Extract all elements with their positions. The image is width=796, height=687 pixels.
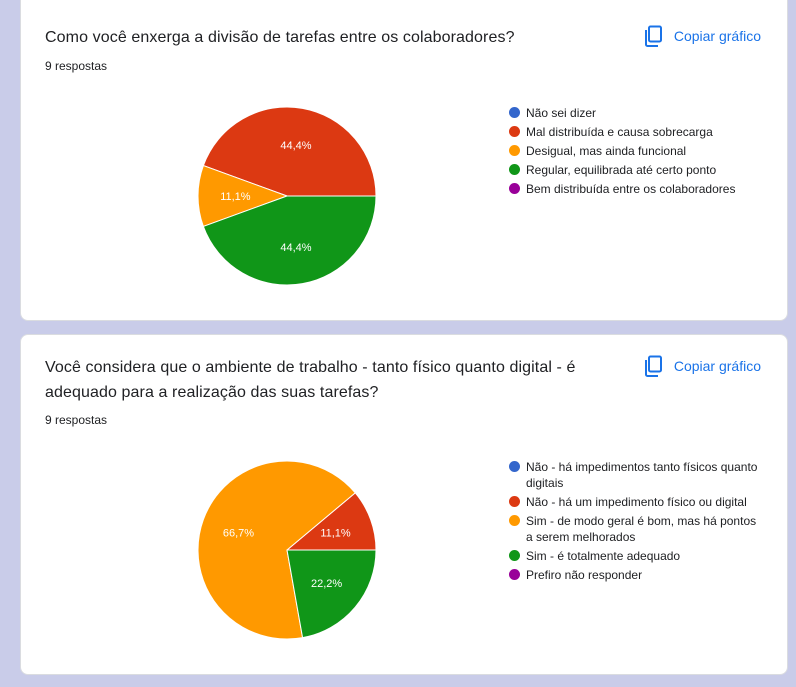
legend-item[interactable]: Mal distribuída e causa sobrecarga — [509, 124, 759, 140]
pie-chart: 11,1% 66,7% 22,2% — [197, 460, 377, 640]
legend-label: Desigual, mas ainda funcional — [526, 144, 687, 158]
pie-chart: 44,4% 11,1% 44,4% — [197, 106, 377, 286]
legend-color-dot — [509, 145, 520, 156]
legend-item[interactable]: Não - há impedimentos tanto físicos quan… — [509, 459, 759, 491]
legend-item[interactable]: Não - há um impedimento físico ou digita… — [509, 494, 759, 510]
legend-label: Mal distribuída e causa sobrecarga — [526, 125, 713, 139]
question-title: Você considera que o ambiente de trabalh… — [45, 359, 576, 401]
legend-color-dot — [509, 126, 520, 137]
copy-chart-label: Copiar gráfico — [673, 28, 761, 44]
slice-percentage-label: 11,1% — [220, 191, 251, 203]
legend-label: Não - há impedimentos tanto físicos quan… — [526, 460, 758, 490]
pie-slice[interactable] — [286, 549, 377, 639]
legend-label: Não - há um impedimento físico ou digita… — [526, 495, 747, 509]
question-title: Como você enxerga a divisão de tarefas e… — [45, 29, 515, 46]
legend-label: Regular, equilibrada até certo ponto — [526, 163, 717, 177]
chart-legend: Não - há impedimentos tanto físicos quan… — [509, 459, 759, 586]
legend-color-dot — [509, 164, 520, 175]
copy-chart-button[interactable]: Copiar gráfico — [644, 25, 761, 47]
slice-percentage-label: 44,4% — [280, 242, 311, 254]
copy-icon — [644, 25, 664, 47]
copy-chart-label: Copiar gráfico — [673, 358, 761, 374]
response-count: 9 respostas — [45, 413, 108, 427]
legend-label: Sim - é totalmente adequado — [526, 549, 681, 563]
slice-percentage-label: 22,2% — [311, 578, 342, 590]
slice-percentage-label: 44,4% — [280, 140, 311, 152]
copy-icon — [644, 355, 664, 377]
legend-label: Bem distribuída entre os colaboradores — [526, 182, 736, 196]
legend-item[interactable]: Regular, equilibrada até certo ponto — [509, 162, 759, 178]
chart-card-2: Você considera que o ambiente de trabalh… — [20, 334, 788, 675]
chart-card-1: Como você enxerga a divisão de tarefas e… — [20, 0, 788, 321]
chart-legend: Não sei dizer Mal distribuída e causa sob… — [509, 105, 759, 200]
copy-chart-button[interactable]: Copiar gráfico — [644, 355, 761, 377]
legend-item[interactable]: Bem distribuída entre os colaboradores — [509, 181, 759, 197]
legend-item[interactable]: Sim - de modo geral é bom, mas há pontos… — [509, 513, 759, 545]
legend-color-dot — [509, 550, 520, 561]
slice-percentage-label: 11,1% — [320, 527, 351, 539]
legend-color-dot — [509, 569, 520, 580]
legend-color-dot — [509, 496, 520, 507]
legend-item[interactable]: Sim - é totalmente adequado — [509, 548, 759, 564]
legend-label: Não sei dizer — [526, 106, 597, 120]
slice-percentage-label: 66,7% — [223, 527, 254, 539]
legend-color-dot — [509, 461, 520, 472]
legend-color-dot — [509, 107, 520, 118]
legend-label: Sim - de modo geral é bom, mas há pontos… — [526, 514, 757, 544]
legend-item[interactable]: Não sei dizer — [509, 105, 759, 121]
response-count: 9 respostas — [45, 59, 108, 73]
legend-item[interactable]: Prefiro não responder — [509, 567, 759, 583]
legend-item[interactable]: Desigual, mas ainda funcional — [509, 143, 759, 159]
legend-color-dot — [509, 515, 520, 526]
legend-color-dot — [509, 183, 520, 194]
legend-label: Prefiro não responder — [526, 568, 643, 582]
